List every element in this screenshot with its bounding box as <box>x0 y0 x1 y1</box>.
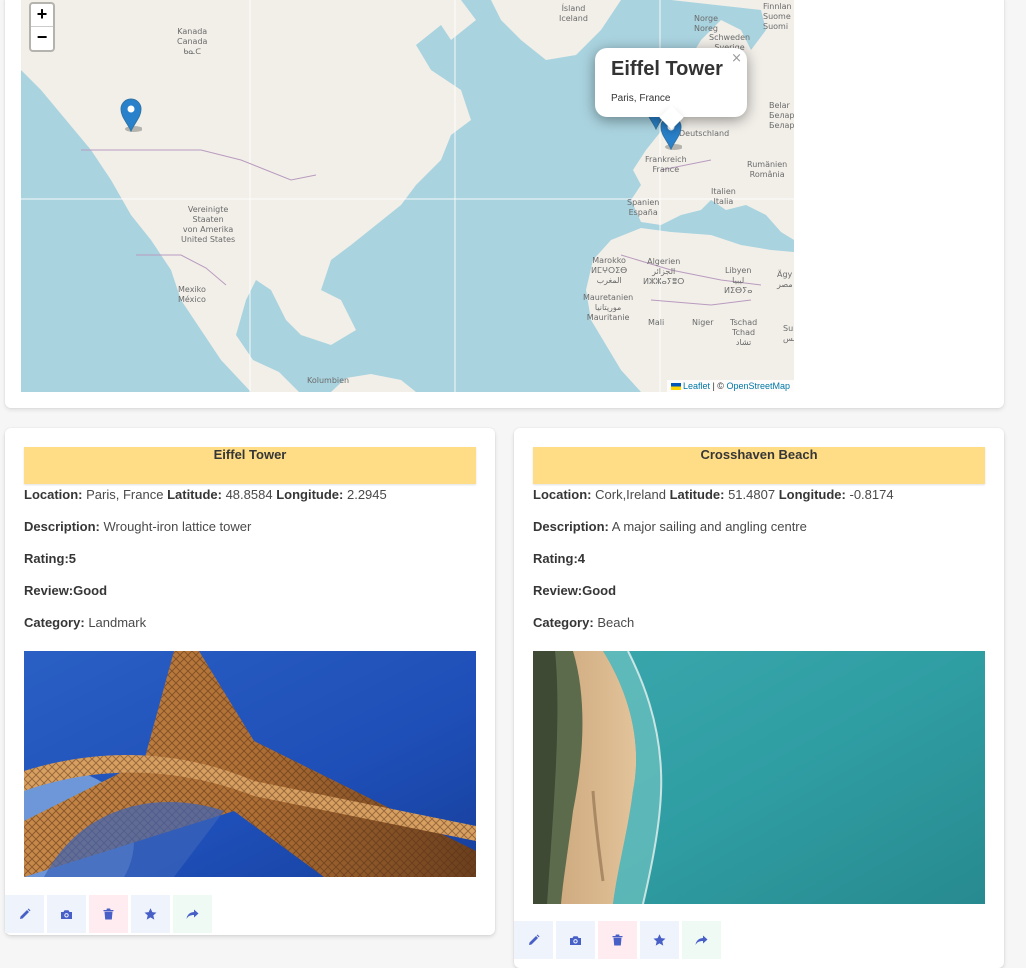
map-label-mexico: Mexiko México <box>178 285 206 304</box>
place-location-row: Location: Paris, France Latitude: 48.858… <box>24 487 387 502</box>
place-category: Beach <box>597 615 635 630</box>
eiffel-tower-photo <box>24 651 476 877</box>
share-button[interactable] <box>682 921 721 959</box>
edit-icon <box>528 934 539 945</box>
place-card-crosshaven-beach: Crosshaven Beach Location: Cork,Ireland … <box>514 428 1004 968</box>
map-label-finland: Finnlan Suome Suomi <box>763 2 792 31</box>
map-label-italy: Italien Italia <box>711 187 736 206</box>
place-card-details: Location: Cork,Ireland Latitude: 51.4807… <box>533 487 993 647</box>
edit-button[interactable] <box>5 895 44 933</box>
map-label-canada: Kanada Canada ᑲᓇᑕ <box>177 27 208 56</box>
map-label-chad: Tschad Tchad تشاد <box>730 318 758 347</box>
place-description-row: Description: Wrought-iron lattice tower <box>24 519 252 534</box>
map-label-mauritania: Mauretanien موريتانيا Mauritanie <box>583 293 634 322</box>
map-label-niger: Niger <box>692 318 714 327</box>
place-category: Landmark <box>88 615 147 630</box>
beach-aerial-photo <box>533 651 985 904</box>
delete-button[interactable] <box>598 921 637 959</box>
map-label-colombia: Kolumbien <box>307 376 350 385</box>
camera-icon <box>61 909 72 919</box>
map-label-romania: Rumänien România <box>747 160 788 179</box>
popup-subtitle: Paris, France <box>611 93 671 104</box>
place-longitude: -0.8174 <box>849 487 894 502</box>
map-view[interactable]: + − Kanada Canada ᑲᓇᑕ Ísland Iceland Nor… <box>21 0 794 392</box>
place-actions <box>5 895 215 933</box>
place-card-eiffel-tower: Eiffel Tower Location: Paris, France Lat… <box>5 428 495 935</box>
popup-close-button[interactable]: × <box>731 51 742 66</box>
star-icon <box>653 934 666 946</box>
zoom-out-button[interactable]: − <box>31 27 53 50</box>
map-marker-north-america[interactable] <box>120 98 142 132</box>
place-card-details: Location: Paris, France Latitude: 48.858… <box>24 487 484 647</box>
map-label-sudan: Su الس <box>783 324 794 343</box>
map-label-germany: Deutschland <box>679 129 730 138</box>
attribution-separator: | © <box>709 381 727 391</box>
share-button[interactable] <box>173 895 212 933</box>
openstreetmap-link[interactable]: OpenStreetMap <box>726 381 790 391</box>
place-description: A major sailing and angling centre <box>611 519 807 534</box>
place-review-row: Review:Good <box>533 583 993 599</box>
map-label-mali: Mali <box>648 318 665 327</box>
star-icon <box>144 908 157 920</box>
place-actions <box>514 921 724 959</box>
map-label-france: Frankreich France <box>645 155 687 174</box>
map-label-spain: Spanien España <box>627 198 660 217</box>
map-label-iceland: Ísland Iceland <box>559 4 588 23</box>
share-icon <box>695 935 708 945</box>
camera-button[interactable] <box>556 921 595 959</box>
place-longitude: 2.2945 <box>346 487 387 502</box>
map-card: + − Kanada Canada ᑲᓇᑕ Ísland Iceland Nor… <box>5 0 1004 408</box>
edit-icon <box>19 908 30 919</box>
place-review: Review:Good <box>24 583 108 598</box>
popup-title: Eiffel Tower <box>611 58 723 80</box>
place-latitude: 51.4807 <box>728 487 776 502</box>
zoom-control: + − <box>29 2 55 52</box>
share-icon <box>186 909 199 919</box>
place-description: Wrought-iron lattice tower <box>103 519 252 534</box>
trash-icon <box>103 908 114 920</box>
place-rating: Rating:4 <box>533 551 585 566</box>
leaflet-link[interactable]: Leaflet <box>670 381 710 391</box>
map-label-libya: Libyen ليبيا ⵍⵉⴱⵢⴰ <box>724 266 753 295</box>
place-review: Review:Good <box>533 583 617 598</box>
place-review-row: Review:Good <box>24 583 484 599</box>
map-label-belarus: Belar Белар Белар <box>769 101 794 130</box>
delete-button[interactable] <box>89 895 128 933</box>
map-label-norway: Norge Noreg <box>694 14 719 33</box>
camera-icon <box>570 935 581 945</box>
map-label-morocco: Marokko ⵍⵎⵖⵔⵉⴱ المغرب <box>591 256 628 285</box>
trash-icon <box>612 934 623 946</box>
map-attribution: Leaflet | © OpenStreetMap <box>666 380 794 392</box>
place-latitude: 48.8584 <box>225 487 273 502</box>
place-rating: Rating:5 <box>24 551 76 566</box>
place-description-row: Description: A major sailing and angling… <box>533 519 807 534</box>
place-location: Paris, France <box>86 487 164 502</box>
place-category-row: Category: Beach <box>533 615 635 630</box>
map-label-egypt: Ägy مصر <box>777 270 793 289</box>
zoom-in-button[interactable]: + <box>31 4 53 27</box>
edit-button[interactable] <box>514 921 553 959</box>
map-label-usa: Vereinigte Staaten von Amerika United St… <box>181 205 236 244</box>
place-category-row: Category: Landmark <box>24 615 147 630</box>
ukraine-flag-icon <box>670 383 681 390</box>
place-card-title: Crosshaven Beach <box>533 447 985 484</box>
place-location-row: Location: Cork,Ireland Latitude: 51.4807… <box>533 487 894 502</box>
favorite-button[interactable] <box>131 895 170 933</box>
place-rating-row: Rating:4 <box>533 551 993 567</box>
map-label-algeria: Algerien الجزائر ⵍⵣⵣⴰⵢⴻⵔ <box>643 257 685 286</box>
place-rating-row: Rating:5 <box>24 551 484 567</box>
map-popup: × Eiffel Tower Paris, France <box>595 48 747 130</box>
place-card-title: Eiffel Tower <box>24 447 476 484</box>
favorite-button[interactable] <box>640 921 679 959</box>
camera-button[interactable] <box>47 895 86 933</box>
place-location: Cork,Ireland <box>595 487 666 502</box>
